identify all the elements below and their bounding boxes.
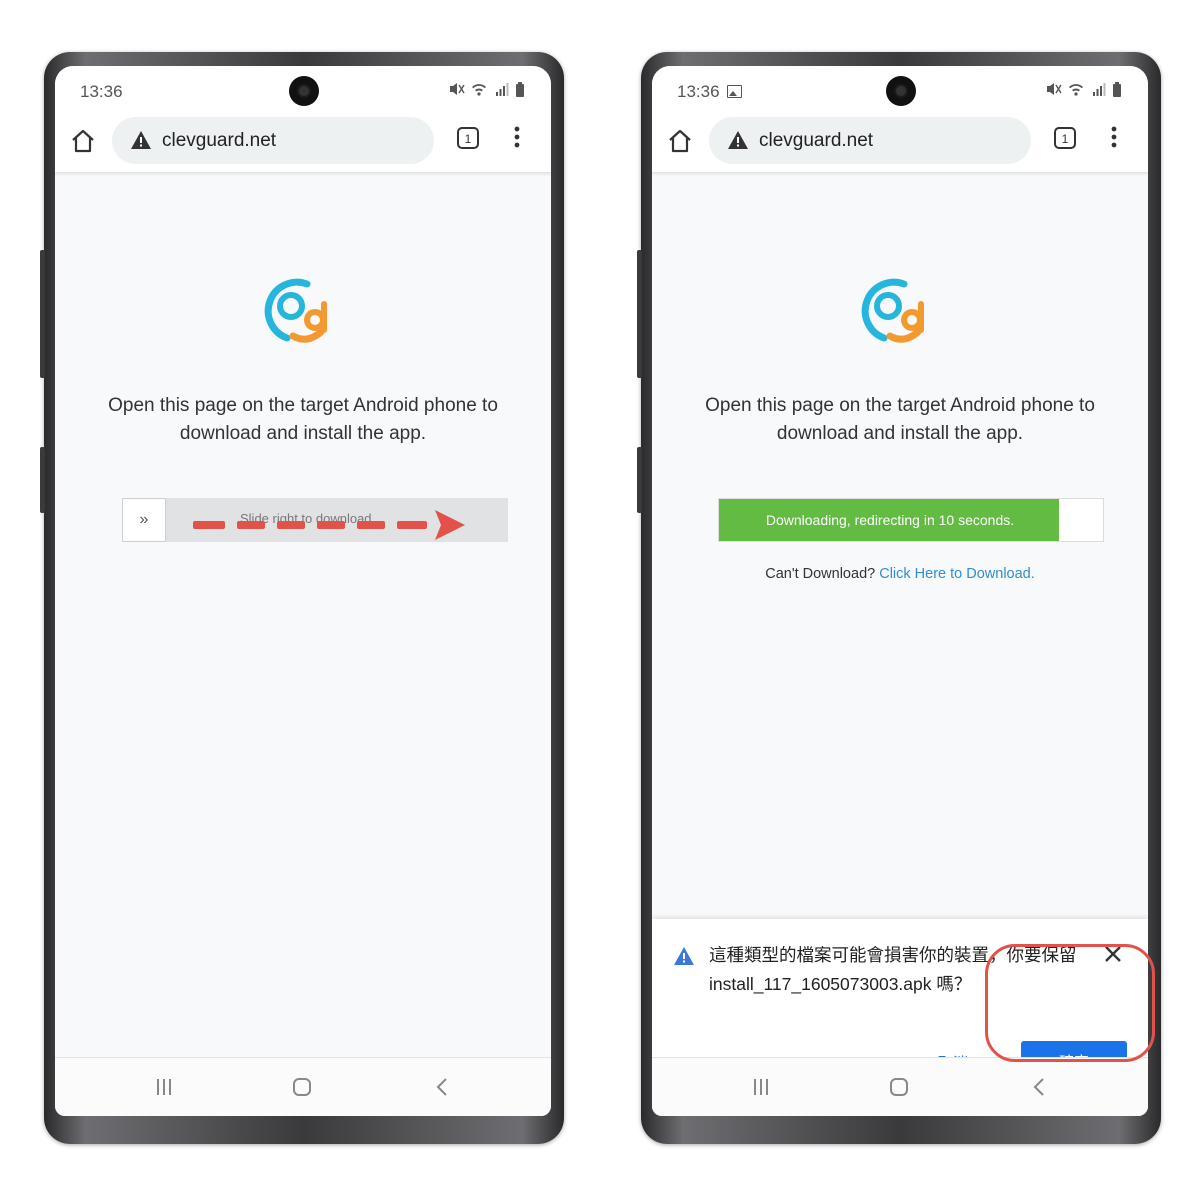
app-logo <box>861 278 924 343</box>
click-here-link[interactable]: Click Here to Download. <box>879 566 1035 582</box>
status-time: 13:36 <box>80 82 123 101</box>
instruction-line-1: Open this page on the target Android pho… <box>705 395 1095 416</box>
tabs-icon-frame: 1 <box>1054 127 1076 149</box>
left-phone: 13:36 clevguard.net 1 Open this page on … <box>40 52 564 1144</box>
status-bar: 13:36 <box>55 66 551 112</box>
red-dashed-arrow <box>193 510 465 540</box>
app-logo <box>264 278 327 343</box>
more-vert-icon[interactable] <box>507 124 527 150</box>
recent-apps-icon[interactable] <box>154 1078 174 1096</box>
power-button <box>637 447 642 513</box>
warning-icon <box>674 947 694 965</box>
status-bar: 13:36 <box>652 66 1148 112</box>
tab-count: 1 <box>1062 132 1069 146</box>
instruction-line-1: Open this page on the target Android pho… <box>108 395 498 416</box>
gallery-icon <box>727 85 742 98</box>
left-screen: 13:36 clevguard.net 1 Open this page on … <box>55 66 551 1116</box>
url-text[interactable]: clevguard.net <box>759 130 873 152</box>
instruction-text: Open this page on the target Android pho… <box>652 392 1148 448</box>
nav-home-icon[interactable] <box>890 1078 908 1096</box>
warning-icon[interactable] <box>130 130 152 150</box>
home-icon[interactable] <box>665 126 695 156</box>
back-icon[interactable] <box>435 1077 449 1097</box>
nav-bar <box>55 1057 551 1116</box>
volume-button <box>40 250 45 378</box>
download-progress-bar: Downloading, redirecting in 10 seconds. <box>718 498 1104 542</box>
address-bar[interactable]: clevguard.net <box>709 117 1031 164</box>
volume-button <box>637 250 642 378</box>
home-icon[interactable] <box>68 126 98 156</box>
tabs-icon-frame: 1 <box>457 127 479 149</box>
status-icons <box>1044 80 1126 98</box>
tabs-icon[interactable]: 1 <box>1053 126 1077 150</box>
instruction-line-2: download and install the app. <box>179 423 427 444</box>
browser-toolbar: clevguard.net 1 <box>55 112 551 172</box>
warning-icon[interactable] <box>727 130 749 150</box>
front-camera <box>289 76 319 106</box>
instruction-line-2: download and install the app. <box>776 423 1024 444</box>
browser-toolbar: clevguard.net 1 <box>652 112 1148 172</box>
status-icons-svg <box>1047 82 1121 97</box>
nav-home-icon[interactable] <box>293 1078 311 1096</box>
tabs-icon[interactable]: 1 <box>456 126 480 150</box>
power-button <box>40 447 45 513</box>
address-bar[interactable]: clevguard.net <box>112 117 434 164</box>
cant-download-row: Can't Download? Click Here to Download. <box>652 566 1148 582</box>
more-vert-icon[interactable] <box>1104 124 1124 150</box>
slider-handle[interactable]: » <box>122 498 166 542</box>
tab-count: 1 <box>465 132 472 146</box>
instruction-text: Open this page on the target Android pho… <box>55 392 551 448</box>
progress-text: Downloading, redirecting in 10 seconds. <box>765 512 1015 528</box>
red-highlight-circle <box>985 944 1155 1062</box>
status-icons-svg <box>450 82 524 97</box>
status-time: 13:36 <box>677 82 720 101</box>
url-text[interactable]: clevguard.net <box>162 130 276 152</box>
nav-bar <box>652 1057 1148 1116</box>
recent-apps-icon[interactable] <box>751 1078 771 1096</box>
front-camera <box>886 76 916 106</box>
cant-download-text: Can't Download? <box>765 566 876 582</box>
back-icon[interactable] <box>1032 1077 1046 1097</box>
status-icons <box>447 80 529 98</box>
